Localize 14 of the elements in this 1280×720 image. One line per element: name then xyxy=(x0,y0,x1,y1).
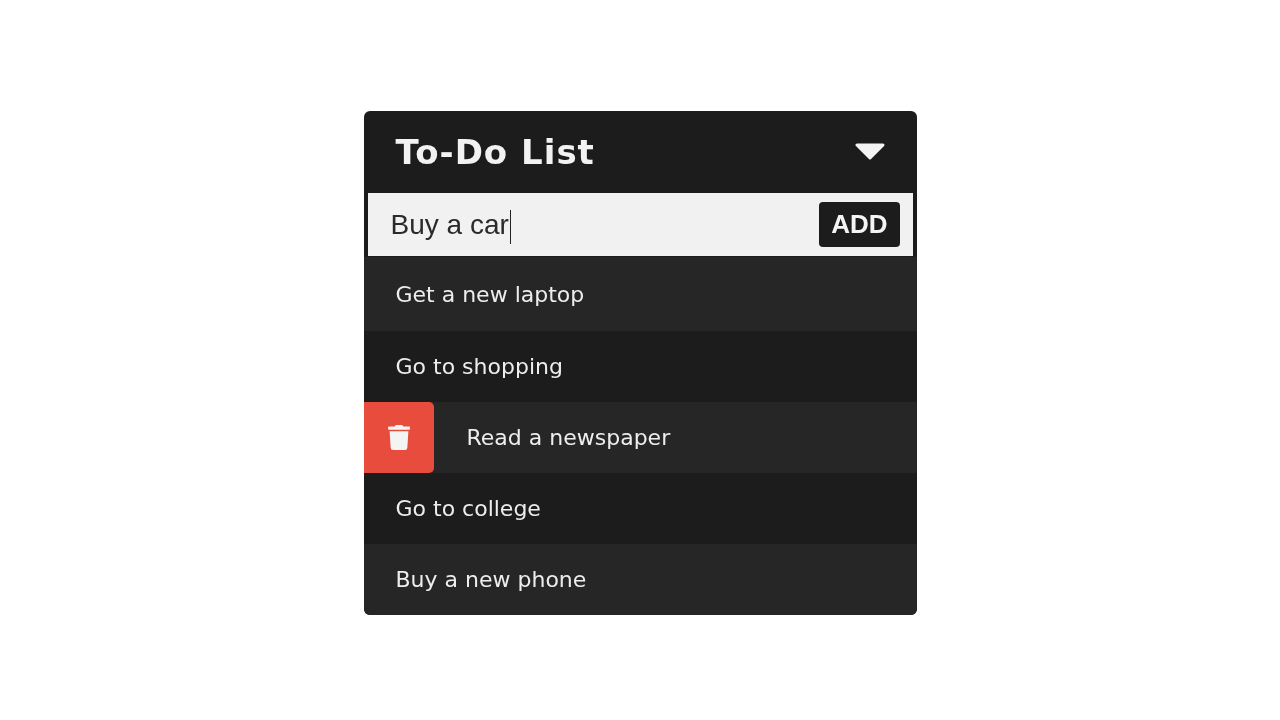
delete-button[interactable] xyxy=(363,402,434,473)
task-text: Go to shopping xyxy=(395,354,563,379)
task-row[interactable]: Get a new laptop xyxy=(363,257,917,331)
task-row[interactable]: Read a newspaper xyxy=(363,402,917,473)
input-field[interactable]: Buy a car xyxy=(367,193,808,256)
task-text: Go to college xyxy=(395,496,541,521)
card-title: To-Do List xyxy=(395,131,595,172)
task-row[interactable]: Buy a new phone xyxy=(363,544,917,615)
task-text: Buy a new phone xyxy=(395,567,587,592)
caret-icon[interactable] xyxy=(854,143,885,160)
add-button[interactable]: ADD xyxy=(819,202,900,247)
task-text: Get a new laptop xyxy=(395,281,585,307)
trash-icon xyxy=(387,425,410,450)
task-text: Read a newspaper xyxy=(466,425,671,450)
